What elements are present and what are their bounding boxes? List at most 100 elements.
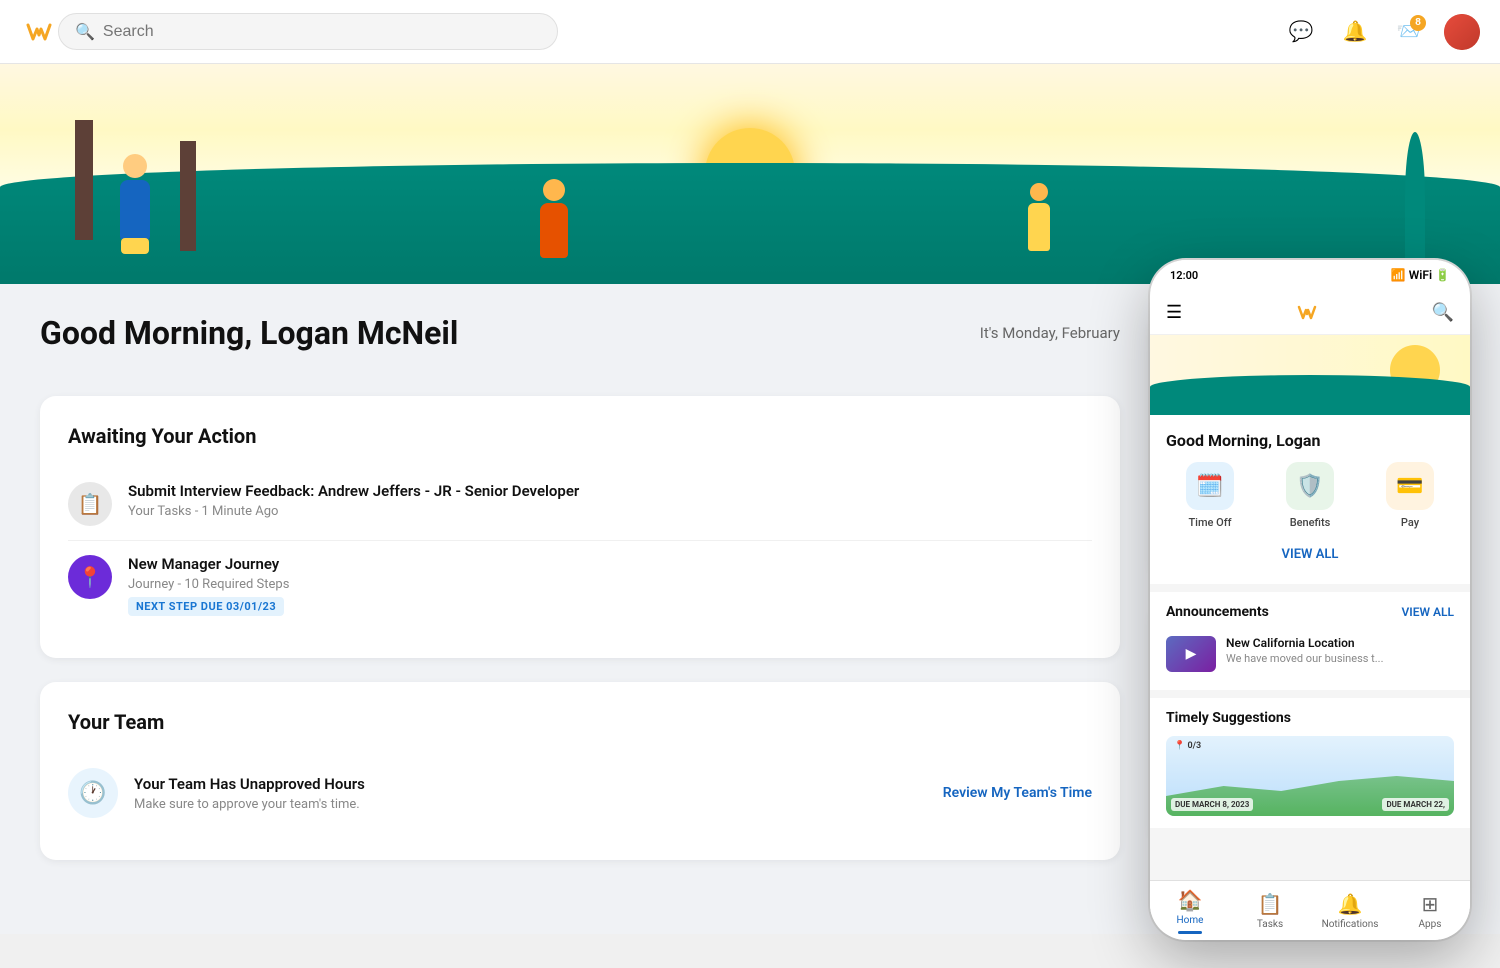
team-item-title: Your Team Has Unapproved Hours	[134, 775, 927, 793]
phone-menu-button[interactable]: ☰	[1166, 302, 1182, 323]
phone-nav-home[interactable]: 🏠 Home	[1150, 888, 1230, 934]
user-avatar[interactable]	[1444, 14, 1480, 50]
team-item-subtitle: Make sure to approve your team's time.	[134, 797, 927, 812]
phone-bottom-nav: 🏠 Home 📋 Tasks 🔔 Notifications ⊞ Apps	[1150, 880, 1470, 940]
phone-nav-tasks[interactable]: 📋 Tasks	[1230, 892, 1310, 930]
team-item-1: 🕐 Your Team Has Unapproved Hours Make su…	[68, 754, 1092, 832]
action-item-2[interactable]: 📍 New Manager Journey Journey - 10 Requi…	[68, 541, 1092, 630]
tasks-icon: 📋	[1258, 892, 1283, 916]
phone-suggestions-header: Timely Suggestions	[1166, 710, 1454, 726]
location-icon: 📍	[78, 565, 103, 589]
phone-nav-apps-label: Apps	[1419, 919, 1442, 930]
review-team-time-link[interactable]: Review My Team's Time	[943, 785, 1092, 801]
phone-overlay: 12:00 📶 WiFi 🔋 ☰ 🔍 Good Mornin	[1150, 260, 1470, 940]
greeting-title: Good Morning, Logan McNeil	[40, 314, 458, 352]
search-icon: 🔍	[75, 22, 95, 41]
chat-icon: 💬	[1289, 19, 1314, 44]
phone-greeting-title: Good Morning, Logan	[1166, 431, 1454, 450]
phone-view-all-button[interactable]: VIEW ALL	[1166, 541, 1454, 568]
phone-announcement-text: New California Location We have moved ou…	[1226, 636, 1383, 665]
phone-time: 12:00	[1170, 269, 1198, 282]
next-step-badge: NEXT STEP DUE 03/01/23	[128, 597, 284, 616]
phone-action-benefits[interactable]: 🛡️ Benefits	[1286, 462, 1334, 529]
phone-suggestions-section: Timely Suggestions 📍 0/3 DUE MARCH 8, 20…	[1150, 698, 1470, 828]
team-icon-1: 🕐	[68, 768, 118, 818]
phone-suggestions-title: Timely Suggestions	[1166, 710, 1291, 726]
tree-3	[1405, 132, 1425, 262]
tree-2	[180, 141, 196, 251]
phone-action-time-off[interactable]: 🗓️ Time Off	[1186, 462, 1234, 529]
message-badge: 8	[1410, 15, 1426, 31]
suggestions-chart: 📍 0/3 DUE MARCH 8, 2023 DUE MARCH 22,	[1166, 736, 1454, 816]
search-input[interactable]	[103, 23, 541, 41]
phone-nav-notifications[interactable]: 🔔 Notifications	[1310, 892, 1390, 930]
notifications-button[interactable]: 🔔	[1336, 13, 1374, 51]
phone-status-bar: 12:00 📶 WiFi 🔋	[1150, 260, 1470, 290]
team-text-1: Your Team Has Unapproved Hours Make sure…	[134, 775, 927, 812]
your-team-card: Your Team 🕐 Your Team Has Unapproved Hou…	[40, 682, 1120, 860]
action-icon-2: 📍	[68, 555, 112, 599]
phone-hero-ground	[1150, 375, 1470, 415]
phone-nav-apps[interactable]: ⊞ Apps	[1390, 892, 1470, 930]
chart-label-left: 📍 0/3	[1174, 741, 1201, 751]
workday-logo[interactable]	[20, 13, 58, 51]
awaiting-action-card: Awaiting Your Action 📋 Submit Interview …	[40, 396, 1120, 658]
phone-workday-logo	[1293, 298, 1321, 326]
phone-content: Good Morning, Logan 🗓️ Time Off 🛡️ Benef…	[1150, 335, 1470, 915]
left-panel: Good Morning, Logan McNeil It's Monday, …	[40, 314, 1120, 904]
phone-announcement-thumb: ▶	[1166, 636, 1216, 672]
greeting-date: It's Monday, February	[980, 324, 1120, 342]
your-team-title: Your Team	[68, 710, 1092, 734]
nav-icons: 💬 🔔 📨 8	[1282, 13, 1480, 51]
bell-icon: 🔔	[1343, 19, 1368, 44]
action-subtitle-2: Journey - 10 Required Steps	[128, 577, 289, 592]
avatar-image	[1444, 14, 1480, 50]
nav-active-indicator	[1178, 931, 1202, 934]
due-badge-left: DUE MARCH 8, 2023	[1171, 798, 1253, 811]
phone-announcements-header: Announcements VIEW ALL	[1166, 604, 1454, 620]
phone-nav-notif-label: Notifications	[1322, 919, 1379, 930]
character-2	[540, 203, 568, 258]
action-item-1[interactable]: 📋 Submit Interview Feedback: Andrew Jeff…	[68, 468, 1092, 541]
chat-button[interactable]: 💬	[1282, 13, 1320, 51]
phone-quick-actions: 🗓️ Time Off 🛡️ Benefits 💳 Pay	[1166, 462, 1454, 529]
action-text-1: Submit Interview Feedback: Andrew Jeffer…	[128, 482, 579, 519]
action-title-1: Submit Interview Feedback: Andrew Jeffer…	[128, 482, 579, 500]
action-subtitle-1: Your Tasks - 1 Minute Ago	[128, 504, 579, 519]
tree-1	[75, 120, 93, 240]
phone-announcements-title: Announcements	[1166, 604, 1269, 620]
phone-announcements-section: Announcements VIEW ALL ▶ New California …	[1150, 592, 1470, 690]
clipboard-icon: 📋	[78, 492, 103, 516]
phone-top-nav: ☰ 🔍	[1150, 290, 1470, 335]
hero-banner	[0, 64, 1500, 284]
phone-action-pay[interactable]: 💳 Pay	[1386, 462, 1434, 529]
phone-announcement-item[interactable]: ▶ New California Location We have moved …	[1166, 630, 1454, 678]
greeting-row: Good Morning, Logan McNeil It's Monday, …	[40, 314, 1120, 352]
phone-greeting-section: Good Morning, Logan 🗓️ Time Off 🛡️ Benef…	[1150, 415, 1470, 584]
apps-icon: ⊞	[1422, 892, 1439, 916]
phone-announcement-subtitle: We have moved our business t...	[1226, 652, 1383, 665]
benefits-icon: 🛡️	[1286, 462, 1334, 510]
phone-nav-tasks-label: Tasks	[1257, 919, 1283, 930]
phone-announcement-title: New California Location	[1226, 636, 1383, 650]
phone-announcements-view-all[interactable]: VIEW ALL	[1401, 605, 1454, 619]
messages-button[interactable]: 📨 8	[1390, 13, 1428, 51]
character-1	[120, 180, 150, 240]
action-title-2: New Manager Journey	[128, 555, 289, 573]
search-bar[interactable]: 🔍	[58, 13, 558, 50]
home-icon: 🏠	[1178, 888, 1203, 912]
time-off-label: Time Off	[1188, 516, 1231, 529]
page-wrapper: 🔍 💬 🔔 📨 8	[0, 0, 1500, 934]
phone-signal-icons: 📶 WiFi 🔋	[1391, 268, 1450, 282]
clock-icon: 🕐	[79, 781, 106, 806]
phone-nav-home-label: Home	[1177, 915, 1204, 926]
phone-hero	[1150, 335, 1470, 415]
action-icon-1: 📋	[68, 482, 112, 526]
due-badge-right: DUE MARCH 22,	[1382, 798, 1449, 811]
notifications-nav-icon: 🔔	[1338, 892, 1363, 916]
time-off-icon: 🗓️	[1186, 462, 1234, 510]
action-text-2: New Manager Journey Journey - 10 Require…	[128, 555, 289, 616]
phone-search-button[interactable]: 🔍	[1432, 302, 1454, 323]
awaiting-action-title: Awaiting Your Action	[68, 424, 1092, 448]
pay-label: Pay	[1401, 516, 1419, 529]
